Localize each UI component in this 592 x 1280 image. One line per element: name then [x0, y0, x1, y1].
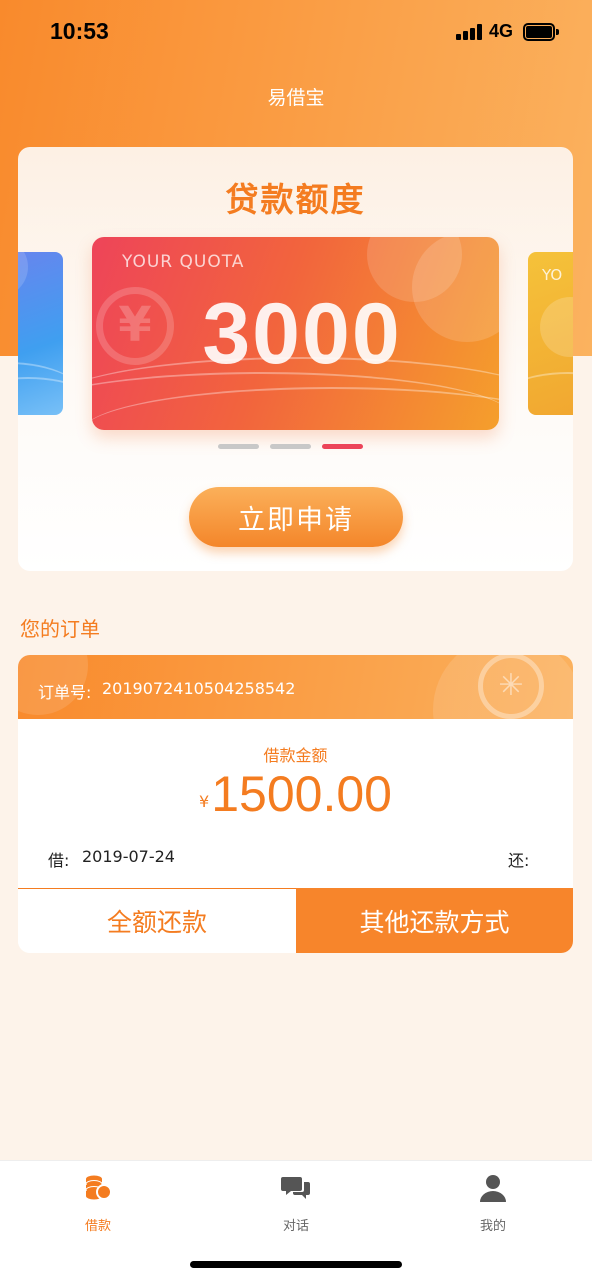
quota-title: 贷款额度 — [225, 180, 366, 219]
coins-icon — [83, 1173, 113, 1203]
other-repay-button[interactable]: 其他还款方式 — [296, 888, 573, 953]
quota-card-prev[interactable] — [18, 252, 63, 415]
currency-symbol: ¥ — [199, 792, 210, 811]
carousel-dot[interactable] — [270, 444, 311, 449]
tab-chat[interactable]: 对话 — [226, 1173, 366, 1243]
order-header: 订单号: 2019072410504258542 ✳ — [18, 655, 573, 719]
order-card: 订单号: 2019072410504258542 ✳ 借款金额 ¥1500.00… — [18, 655, 573, 953]
carousel-dot[interactable] — [218, 444, 259, 449]
order-number: 2019072410504258542 — [102, 679, 296, 698]
borrow-date-label: 借: — [48, 851, 70, 870]
yuan-icon: ✳ — [478, 655, 544, 719]
borrow-date: 2019-07-24 — [82, 847, 175, 866]
status-bar: 10:53 4G — [0, 0, 592, 64]
user-icon — [478, 1173, 508, 1203]
quota-card-label: YOUR QUOTA — [122, 252, 245, 272]
quota-card-next-label: YO — [542, 266, 563, 284]
status-time: 10:53 — [50, 18, 109, 44]
quota-card-next[interactable]: YO — [528, 252, 573, 415]
carousel-dot-active[interactable] — [322, 444, 363, 449]
apply-button[interactable]: 立即申请 — [189, 487, 403, 547]
home-indicator[interactable] — [190, 1261, 402, 1268]
loan-amount-label: 借款金额 — [263, 746, 328, 765]
full-repay-button[interactable]: 全额还款 — [18, 888, 296, 953]
tab-label: 我的 — [479, 1219, 506, 1234]
quota-panel: 贷款额度 ¥ YOUR QUOTA 3000 YO 立即申请 — [18, 147, 573, 571]
tab-mine[interactable]: 我的 — [423, 1173, 563, 1243]
quota-card[interactable]: ¥ YOUR QUOTA 3000 — [92, 237, 499, 430]
battery-icon — [523, 23, 559, 41]
order-number-label: 订单号: — [38, 683, 92, 702]
app-title: 易借宝 — [267, 87, 325, 109]
chat-icon — [281, 1173, 311, 1203]
repay-date-label: 还: — [508, 851, 530, 870]
orders-heading: 您的订单 — [20, 617, 100, 641]
tab-label: 对话 — [282, 1219, 309, 1234]
tab-loan[interactable]: 借款 — [28, 1173, 168, 1243]
loan-amount-value: 1500.00 — [211, 766, 392, 822]
tab-label: 借款 — [84, 1219, 111, 1234]
carousel-indicator — [218, 444, 363, 450]
signal-icon — [456, 24, 484, 40]
network-type: 4G — [489, 21, 514, 41]
loan-amount: ¥1500.00 — [18, 765, 573, 823]
yen-icon: ¥ — [96, 287, 174, 365]
